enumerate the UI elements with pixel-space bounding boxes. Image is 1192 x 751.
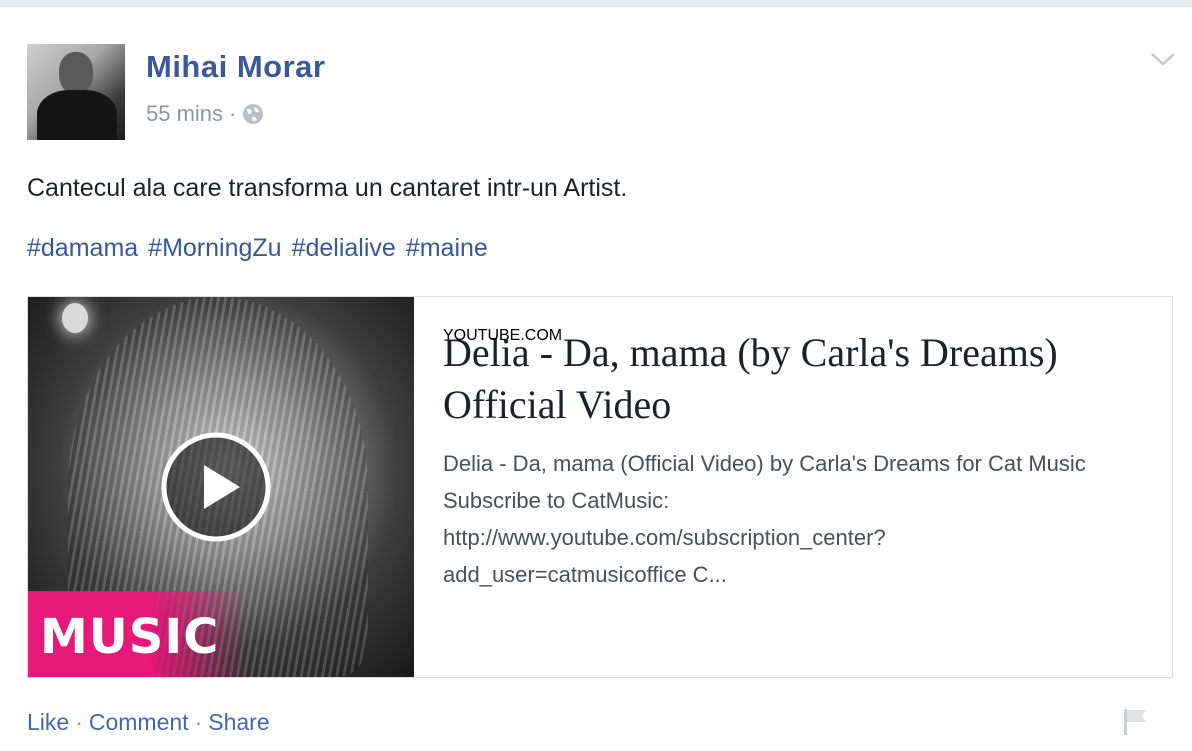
music-badge: MUSIC	[28, 591, 248, 677]
video-thumbnail[interactable]: MUSIC	[28, 297, 414, 677]
post-actions: Like · Comment · Share	[27, 709, 270, 736]
hashtag-link[interactable]: #maine	[406, 234, 488, 262]
author-name[interactable]: Mihai Morar	[146, 49, 325, 85]
flag-icon[interactable]	[1118, 707, 1150, 737]
action-separator: ·	[75, 709, 83, 735]
link-domain: YOUTUBE.COM	[443, 327, 563, 344]
music-badge-label: MUSIC	[40, 609, 220, 665]
avatar-head-shape	[59, 52, 93, 94]
link-info[interactable]: Delia - Da, mama (by Carla's Dreams) Off…	[443, 327, 1153, 593]
hashtag-link[interactable]: #delialive	[292, 234, 396, 262]
description-line: http://www.youtube.com/subscription_cent…	[443, 525, 886, 550]
description-line: Subscribe to CatMusic:	[443, 488, 670, 513]
like-button[interactable]: Like	[27, 709, 69, 736]
comment-button[interactable]: Comment	[89, 709, 189, 736]
post-meta: 55 mins ·	[146, 101, 264, 127]
post-card: Mihai Morar 55 mins · Cantecul ala care …	[0, 6, 1192, 751]
description-line: Delia - Da, mama (Official Video) by Car…	[443, 451, 1086, 476]
post-time[interactable]: 55 mins	[146, 101, 223, 127]
hashtag-link[interactable]: #damama	[27, 234, 138, 262]
thumbnail-light-shape	[62, 303, 88, 333]
avatar-body-shape	[37, 90, 117, 140]
link-preview[interactable]: MUSIC Delia - Da, mama (by Carla's Dream…	[27, 296, 1173, 678]
share-button[interactable]: Share	[208, 709, 269, 736]
hashtag-link[interactable]: #MorningZu	[148, 234, 281, 262]
avatar[interactable]	[27, 44, 125, 140]
play-icon[interactable]	[160, 431, 272, 543]
chevron-down-icon[interactable]	[1150, 51, 1176, 67]
link-description: Delia - Da, mama (Official Video) by Car…	[443, 445, 1153, 593]
post-text: Cantecul ala care transforma un cantaret…	[27, 174, 628, 202]
action-separator: ·	[194, 709, 203, 735]
meta-separator: ·	[229, 101, 237, 126]
hashtags: #damama #MorningZu #delialive #maine	[27, 234, 498, 263]
description-line: add_user=catmusicoffice C...	[443, 562, 727, 587]
globe-icon[interactable]	[242, 103, 264, 125]
